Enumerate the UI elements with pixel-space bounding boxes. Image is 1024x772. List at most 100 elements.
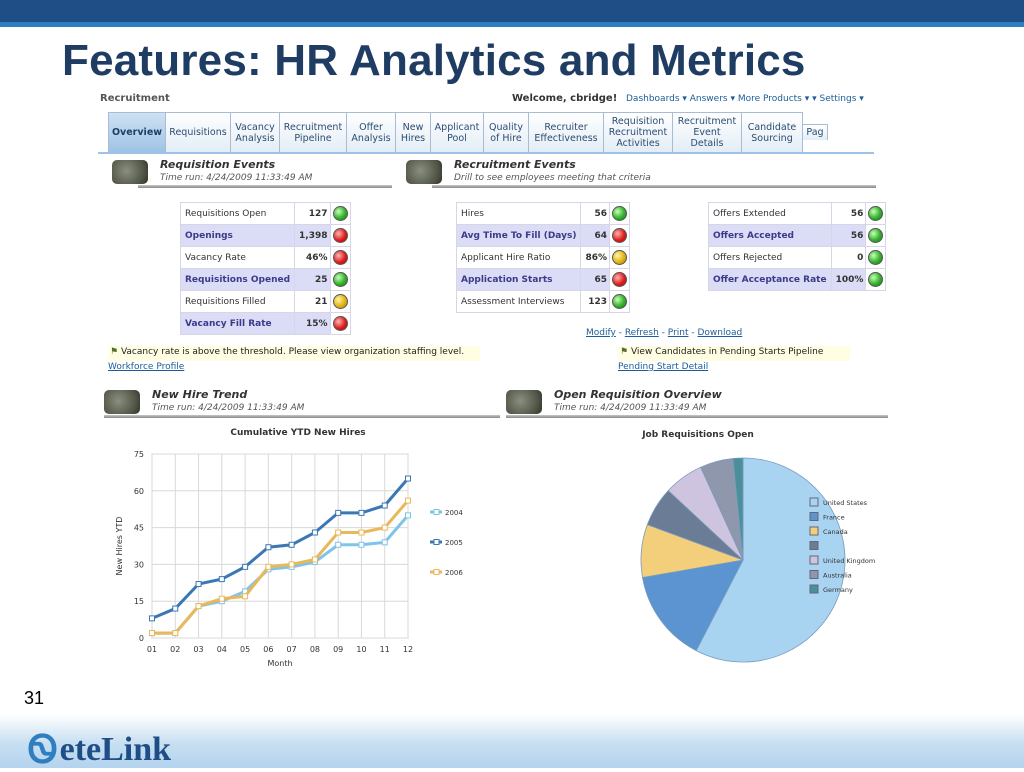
data-point [381, 524, 388, 531]
section-emblem-icon [406, 160, 442, 184]
tab-candidate-sourcing[interactable]: Candidate Sourcing [741, 112, 803, 152]
alert-flag-icon: ⚑ [110, 347, 119, 357]
metric-row[interactable]: Offers Rejected 0 [708, 246, 887, 269]
metric-label[interactable]: Assessment Interviews [455, 290, 582, 313]
metric-row[interactable]: Offers Extended 56 [708, 202, 887, 225]
report-actions: Modify - Refresh - Print - Download [586, 328, 743, 338]
tab-recruitment-event-details[interactable]: Recruitment Event Details [672, 112, 742, 152]
section-open-requisition: Open Requisition Overview Time run: 4/24… [506, 388, 890, 418]
metric-row[interactable]: Requisitions Open 127 [179, 202, 351, 225]
status-indicator [865, 246, 887, 269]
legend-label: 2004 [445, 509, 463, 517]
metric-value: 127 [294, 202, 331, 225]
workforce-profile-link[interactable]: Workforce Profile [108, 362, 184, 372]
download-link[interactable]: Download [697, 328, 742, 338]
status-green-icon [868, 228, 884, 243]
dashboard-screenshot: Recruitment Welcome, cbridge! Dashboards… [98, 92, 890, 672]
metric-label[interactable]: Offers Rejected [708, 246, 832, 269]
metric-label[interactable]: Hires [455, 202, 582, 225]
x-axis-label: Month [267, 659, 292, 668]
tab-new-hires[interactable]: New Hires [395, 112, 431, 152]
data-point [358, 529, 365, 536]
status-indicator [329, 312, 351, 335]
metric-row[interactable]: Openings 1,398 [179, 224, 351, 247]
tab-quality-of-hire[interactable]: Quality of Hire [483, 112, 529, 152]
legend-marker [433, 539, 440, 545]
pending-starts-alert: ⚑ View Candidates in Pending Starts Pipe… [618, 346, 850, 361]
section-emblem-icon [104, 390, 140, 414]
status-indicator [865, 268, 887, 291]
section-requisition-events: Requisition Events Time run: 4/24/2009 1… [112, 158, 392, 188]
metric-label[interactable]: Requisitions Filled [179, 290, 296, 313]
pending-start-detail-link[interactable]: Pending Start Detail [618, 362, 708, 372]
status-indicator [609, 224, 630, 247]
metric-label[interactable]: Vacancy Fill Rate [179, 312, 296, 335]
metric-label[interactable]: Requisitions Open [179, 202, 296, 225]
metric-row[interactable]: Vacancy Fill Rate 15% [179, 312, 351, 335]
metric-value: 86% [580, 246, 610, 269]
metric-row[interactable]: Vacancy Rate 46% [179, 246, 351, 269]
metric-label[interactable]: Offers Extended [708, 202, 832, 225]
status-red-icon [332, 250, 348, 265]
data-point [311, 529, 318, 536]
status-green-icon [868, 272, 884, 287]
tab-applicant-pool[interactable]: Applicant Pool [430, 112, 484, 152]
tab-overview[interactable]: Overview [108, 112, 166, 152]
metric-label[interactable]: Applicant Hire Ratio [455, 246, 582, 269]
metric-value: 65 [580, 268, 610, 291]
data-point [149, 630, 155, 637]
tab-page-overflow[interactable]: Pag [802, 124, 828, 140]
metric-row[interactable]: Applicant Hire Ratio 86% [455, 246, 630, 269]
etelink-logo: ᏫeteLink [28, 728, 171, 772]
legend-marker [433, 569, 440, 575]
metric-label[interactable]: Offers Accepted [708, 224, 832, 247]
tab-recruiter-effectiveness[interactable]: Recruiter Effectiveness [528, 112, 604, 152]
section-divider [432, 185, 876, 188]
section-subtitle: Time run: 4/24/2009 11:33:49 AM [152, 403, 305, 413]
slide-top-accent [0, 22, 1024, 27]
metric-value: 56 [830, 202, 867, 225]
legend-label: United States [823, 499, 868, 507]
modify-link[interactable]: Modify [586, 328, 616, 338]
tab-offer-analysis[interactable]: Offer Analysis [346, 112, 396, 152]
tab-vacancy-analysis[interactable]: Vacancy Analysis [230, 112, 280, 152]
metric-value: 0 [830, 246, 867, 269]
tab-requisitions[interactable]: Requisitions [165, 112, 231, 152]
x-tick-label: 06 [263, 645, 273, 654]
legend-swatch [809, 541, 819, 550]
metric-value: 21 [294, 290, 331, 313]
tab-requisition-recruitment-activities[interactable]: Requisition Recruitment Activities [603, 112, 673, 152]
metric-row[interactable]: Offer Acceptance Rate 100% [708, 268, 887, 291]
vacancy-alert: ⚑ Vacancy rate is above the threshold. P… [108, 346, 480, 361]
metric-row[interactable]: Avg Time To Fill (Days) 64 [455, 224, 630, 247]
x-tick-label: 01 [147, 645, 157, 654]
global-nav-links[interactable]: Dashboards ▾ Answers ▾ More Products ▾ ▾… [626, 94, 864, 104]
tab-recruitment-pipeline[interactable]: Recruitment Pipeline [279, 112, 347, 152]
metric-row[interactable]: Hires 56 [455, 202, 630, 225]
metric-label[interactable]: Offer Acceptance Rate [708, 268, 832, 291]
offer-metrics-table: Offers Extended 56 Offers Accepted 56 Offers… [708, 202, 887, 291]
status-indicator [609, 246, 630, 269]
metric-row[interactable]: Requisitions Opened 25 [179, 268, 351, 291]
data-point [218, 576, 225, 583]
metric-row[interactable]: Offers Accepted 56 [708, 224, 887, 247]
status-green-icon [612, 294, 627, 309]
print-link[interactable]: Print [668, 328, 689, 338]
refresh-link[interactable]: Refresh [625, 328, 659, 338]
section-emblem-icon [506, 390, 542, 414]
metric-label[interactable]: Vacancy Rate [179, 246, 296, 269]
metric-label[interactable]: Openings [179, 224, 296, 247]
legend-swatch [809, 584, 819, 594]
metric-label[interactable]: Avg Time To Fill (Days) [455, 224, 582, 247]
metric-label[interactable]: Requisitions Opened [179, 268, 296, 291]
metric-row[interactable]: Assessment Interviews 123 [455, 290, 630, 313]
metric-row[interactable]: Application Starts 65 [455, 268, 630, 291]
status-indicator [329, 268, 351, 291]
metric-label[interactable]: Application Starts [455, 268, 582, 291]
pending-alert-text: View Candidates in Pending Starts Pipeli… [630, 347, 824, 357]
logo-swirl-icon: Ꮻ [28, 729, 58, 771]
data-point [242, 563, 249, 570]
metric-row[interactable]: Requisitions Filled 21 [179, 290, 351, 313]
data-point [172, 630, 179, 637]
status-green-icon [868, 206, 884, 221]
